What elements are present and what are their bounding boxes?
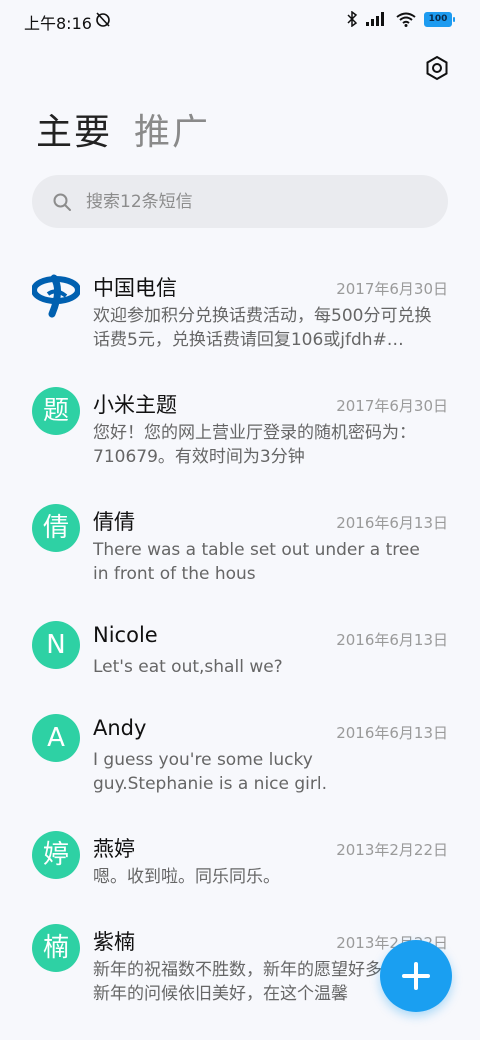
message-date: 2017年6月30日 bbox=[336, 397, 448, 415]
message-preview: 嗯。收到啦。同乐同乐。 bbox=[93, 867, 280, 887]
contact-name: 小米主题 bbox=[93, 393, 177, 417]
message-preview: Let's eat out,shall we? bbox=[93, 657, 283, 677]
status-time: 上午8:16 bbox=[24, 14, 92, 33]
contact-avatar: A bbox=[32, 714, 80, 762]
signal-icon bbox=[366, 12, 384, 26]
contact-avatar: N bbox=[32, 621, 80, 669]
new-message-button[interactable] bbox=[380, 940, 452, 1012]
contact-name: Andy bbox=[93, 716, 147, 740]
bluetooth-icon bbox=[347, 11, 358, 27]
conversation-item[interactable]: 中国电信 2017年6月30日 欢迎参加积分兑换话费活动，每500分可兑换话费5… bbox=[0, 250, 480, 367]
search-icon bbox=[53, 193, 71, 211]
conversation-item[interactable]: 题 小米主题 2017年6月30日 您好！您的网上营业厅登录的随机密码为：710… bbox=[0, 367, 480, 484]
alarm-off-icon bbox=[96, 12, 110, 27]
message-preview: 欢迎参加积分兑换话费活动，每500分可兑换话费5元，兑换话费请回复106或jfd… bbox=[93, 306, 432, 350]
search-input[interactable] bbox=[84, 190, 418, 213]
message-preview: I guess you're some lucky guy.Stephanie … bbox=[93, 750, 328, 794]
contact-name: 紫楠 bbox=[93, 930, 135, 954]
contact-avatar: 婷 bbox=[32, 831, 80, 879]
message-date: 2016年6月13日 bbox=[336, 514, 448, 532]
battery-icon: 100 bbox=[424, 11, 455, 27]
contact-avatar: 楠 bbox=[32, 924, 80, 972]
message-date: 2017年6月30日 bbox=[336, 280, 448, 298]
status-bar: 上午8:16 100 bbox=[0, 0, 480, 40]
search-bar[interactable] bbox=[32, 175, 448, 228]
message-preview: 您好！您的网上营业厅登录的随机密码为：710679。有效时间为3分钟 bbox=[93, 423, 416, 467]
conversation-list: 中国电信 2017年6月30日 欢迎参加积分兑换话费活动，每500分可兑换话费5… bbox=[0, 250, 480, 1021]
contact-name: 中国电信 bbox=[93, 276, 177, 300]
conversation-item[interactable]: N Nicole 2016年6月13日 Let's eat out,shall … bbox=[0, 601, 480, 694]
settings-icon[interactable] bbox=[424, 55, 450, 81]
status-icons: 100 bbox=[346, 11, 455, 27]
tab-promotions[interactable]: 推广 bbox=[134, 108, 210, 158]
message-preview: There was a table set out under a tree i… bbox=[93, 540, 420, 584]
contact-name: Nicole bbox=[93, 623, 158, 647]
plus-icon bbox=[414, 962, 418, 990]
contact-avatar: 倩 bbox=[32, 504, 80, 552]
contact-name: 倩倩 bbox=[93, 510, 135, 534]
tab-primary[interactable]: 主要 bbox=[36, 108, 112, 158]
conversation-item[interactable]: A Andy 2016年6月13日 I guess you're some lu… bbox=[0, 694, 480, 811]
conversation-item[interactable]: 婷 燕婷 2013年2月22日 嗯。收到啦。同乐同乐。 bbox=[0, 811, 480, 904]
conversation-item[interactable]: 倩 倩倩 2016年6月13日 There was a table set ou… bbox=[0, 484, 480, 601]
message-date: 2016年6月13日 bbox=[336, 631, 448, 649]
wifi-icon bbox=[396, 12, 416, 27]
china-telecom-logo bbox=[31, 270, 81, 318]
contact-avatar: 题 bbox=[32, 387, 80, 435]
message-date: 2016年6月13日 bbox=[336, 724, 448, 742]
tab-bar: 主要 推广 bbox=[36, 108, 210, 158]
message-date: 2013年2月22日 bbox=[336, 841, 448, 859]
contact-name: 燕婷 bbox=[93, 837, 135, 861]
